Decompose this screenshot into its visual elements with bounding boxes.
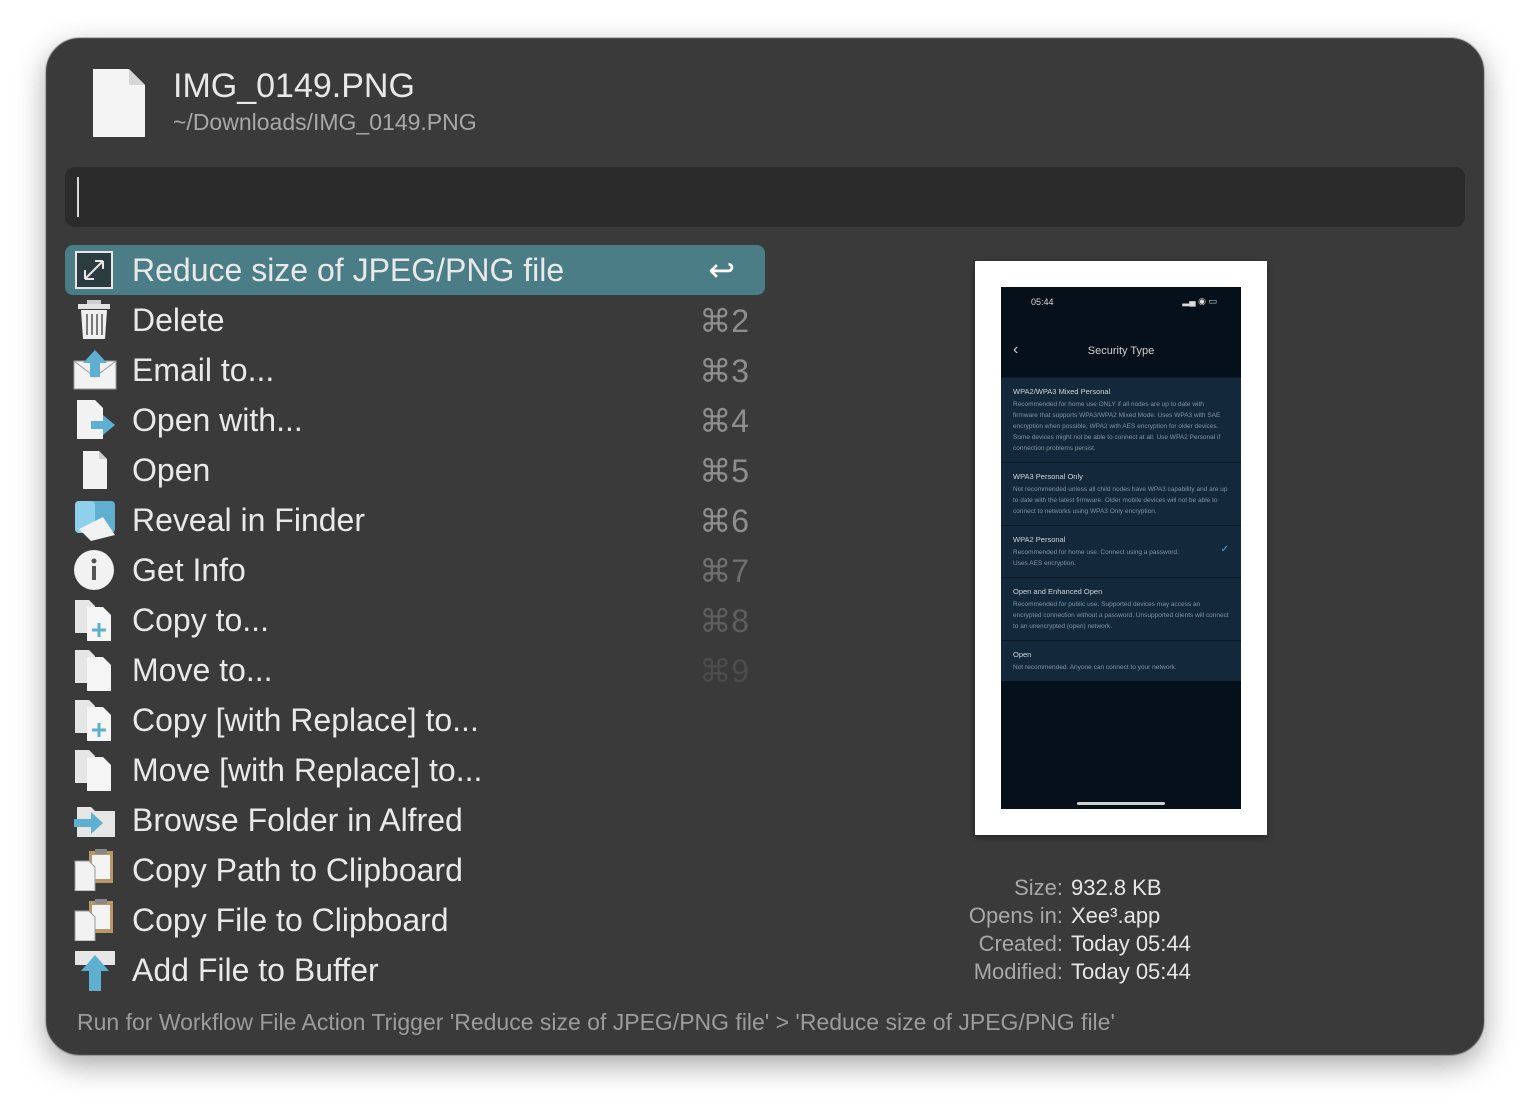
action-label: Reveal in Finder (132, 502, 365, 538)
action-email[interactable]: Email to... ⌘3 (65, 345, 765, 395)
security-option: Open Not recommended. Anyone can connect… (1001, 640, 1241, 681)
action-get-info[interactable]: Get Info ⌘7 (65, 545, 765, 595)
action-label: Add File to Buffer (132, 952, 379, 988)
file-document-icon (91, 67, 147, 139)
move-replace-icon (73, 749, 117, 791)
action-label: Email to... (132, 352, 275, 388)
action-label: Open (132, 452, 211, 488)
copy-replace-icon (73, 699, 117, 741)
action-move-to[interactable]: Move to... ⌘9 (65, 645, 765, 695)
action-label: Copy to... (132, 602, 269, 638)
copy-to-icon (73, 599, 117, 641)
status-footer: Run for Workflow File Action Trigger 'Re… (77, 1009, 1115, 1035)
buffer-icon (73, 949, 117, 991)
shortcut-hint: ⌘5 (699, 453, 749, 489)
clipboard-file-icon (73, 899, 117, 941)
shortcut-hint: ⌘7 (699, 553, 749, 589)
meta-created: Created: Today 05:44 (978, 931, 1191, 956)
meta-opens-in: Opens in: Xee³.app (968, 903, 1161, 928)
security-option: WPA3 Personal Only Not recommended unles… (1001, 462, 1241, 525)
action-copy-file[interactable]: Copy File to Clipboard (65, 895, 765, 945)
file-path: ~/Downloads/IMG_0149.PNG (173, 109, 477, 135)
action-move-replace[interactable]: Move [with Replace] to... (65, 745, 765, 795)
move-to-icon (73, 649, 117, 691)
trash-icon (73, 299, 117, 341)
action-reduce-size[interactable]: Reduce size of JPEG/PNG file ↩ (65, 245, 765, 295)
meta-size: Size: 932.8 KB (1014, 875, 1162, 900)
action-copy-to[interactable]: Copy to... ⌘8 (65, 595, 765, 645)
browse-folder-icon (73, 799, 117, 841)
alfred-window: IMG_0149.PNG ~/Downloads/IMG_0149.PNG Re… (46, 38, 1484, 1055)
open-with-icon (73, 399, 117, 441)
action-label: Browse Folder in Alfred (132, 802, 463, 838)
action-list: Reduce size of JPEG/PNG file ↩ Delete ⌘2… (65, 245, 765, 995)
email-icon (73, 349, 117, 391)
status-time: 05:44 (1031, 297, 1054, 307)
action-label: Copy [with Replace] to... (132, 702, 479, 738)
shortcut-hint: ⌘8 (699, 603, 749, 639)
action-label: Reduce size of JPEG/PNG file (132, 252, 565, 288)
clipboard-path-icon (73, 849, 117, 891)
action-label: Copy File to Clipboard (132, 902, 449, 938)
security-option: WPA2/WPA3 Mixed Personal Recommended for… (1001, 377, 1241, 462)
shortcut-hint: ⌘4 (699, 403, 749, 439)
status-icons: ▂▄ ◉ ▭ (1182, 296, 1217, 306)
document-icon (73, 449, 117, 491)
shortcut-hint: ⌘9 (699, 653, 749, 689)
shortcut-hint: ⌘2 (699, 303, 749, 339)
image-preview: 05:44 ▂▄ ◉ ▭ ‹ Security Type WPA2/WPA3 M… (975, 261, 1267, 835)
screen-title: Security Type (1087, 345, 1155, 357)
security-option: WPA2 Personal Recommended for home use. … (1001, 525, 1241, 577)
action-add-buffer[interactable]: Add File to Buffer (65, 945, 765, 995)
search-input[interactable] (65, 167, 1465, 227)
action-label: Copy Path to Clipboard (132, 852, 463, 888)
action-label: Get Info (132, 552, 246, 588)
action-open-with[interactable]: Open with... ⌘4 (65, 395, 765, 445)
text-caret (77, 177, 79, 217)
action-label: Delete (132, 302, 225, 338)
action-browse-folder[interactable]: Browse Folder in Alfred (65, 795, 765, 845)
action-delete[interactable]: Delete ⌘2 (65, 295, 765, 345)
shortcut-hint: ⌘3 (699, 353, 749, 389)
file-title: IMG_0149.PNG (173, 67, 415, 105)
phone-screenshot: 05:44 ▂▄ ◉ ▭ ‹ Security Type WPA2/WPA3 M… (1001, 287, 1241, 809)
file-metadata: Size: 932.8 KB Opens in: Xee³.app Create… (927, 875, 1327, 987)
action-label: Move [with Replace] to... (132, 752, 483, 788)
action-open[interactable]: Open ⌘5 (65, 445, 765, 495)
checkmark-icon: ✓ (1220, 544, 1229, 555)
action-copy-path[interactable]: Copy Path to Clipboard (65, 845, 765, 895)
info-icon (73, 549, 117, 591)
finder-icon (73, 499, 117, 541)
action-label: Move to... (132, 652, 273, 688)
reduce-icon (73, 249, 117, 291)
security-option: Open and Enhanced Open Recommended for p… (1001, 577, 1241, 640)
action-reveal-finder[interactable]: Reveal in Finder ⌘6 (65, 495, 765, 545)
home-indicator (1077, 802, 1165, 805)
action-label: Open with... (132, 402, 303, 438)
shortcut-hint: ⌘6 (699, 503, 749, 539)
meta-modified: Modified: Today 05:44 (973, 959, 1191, 984)
action-copy-replace[interactable]: Copy [with Replace] to... (65, 695, 765, 745)
security-options: WPA2/WPA3 Mixed Personal Recommended for… (1001, 377, 1241, 681)
enter-key-hint: ↩ (708, 252, 735, 288)
